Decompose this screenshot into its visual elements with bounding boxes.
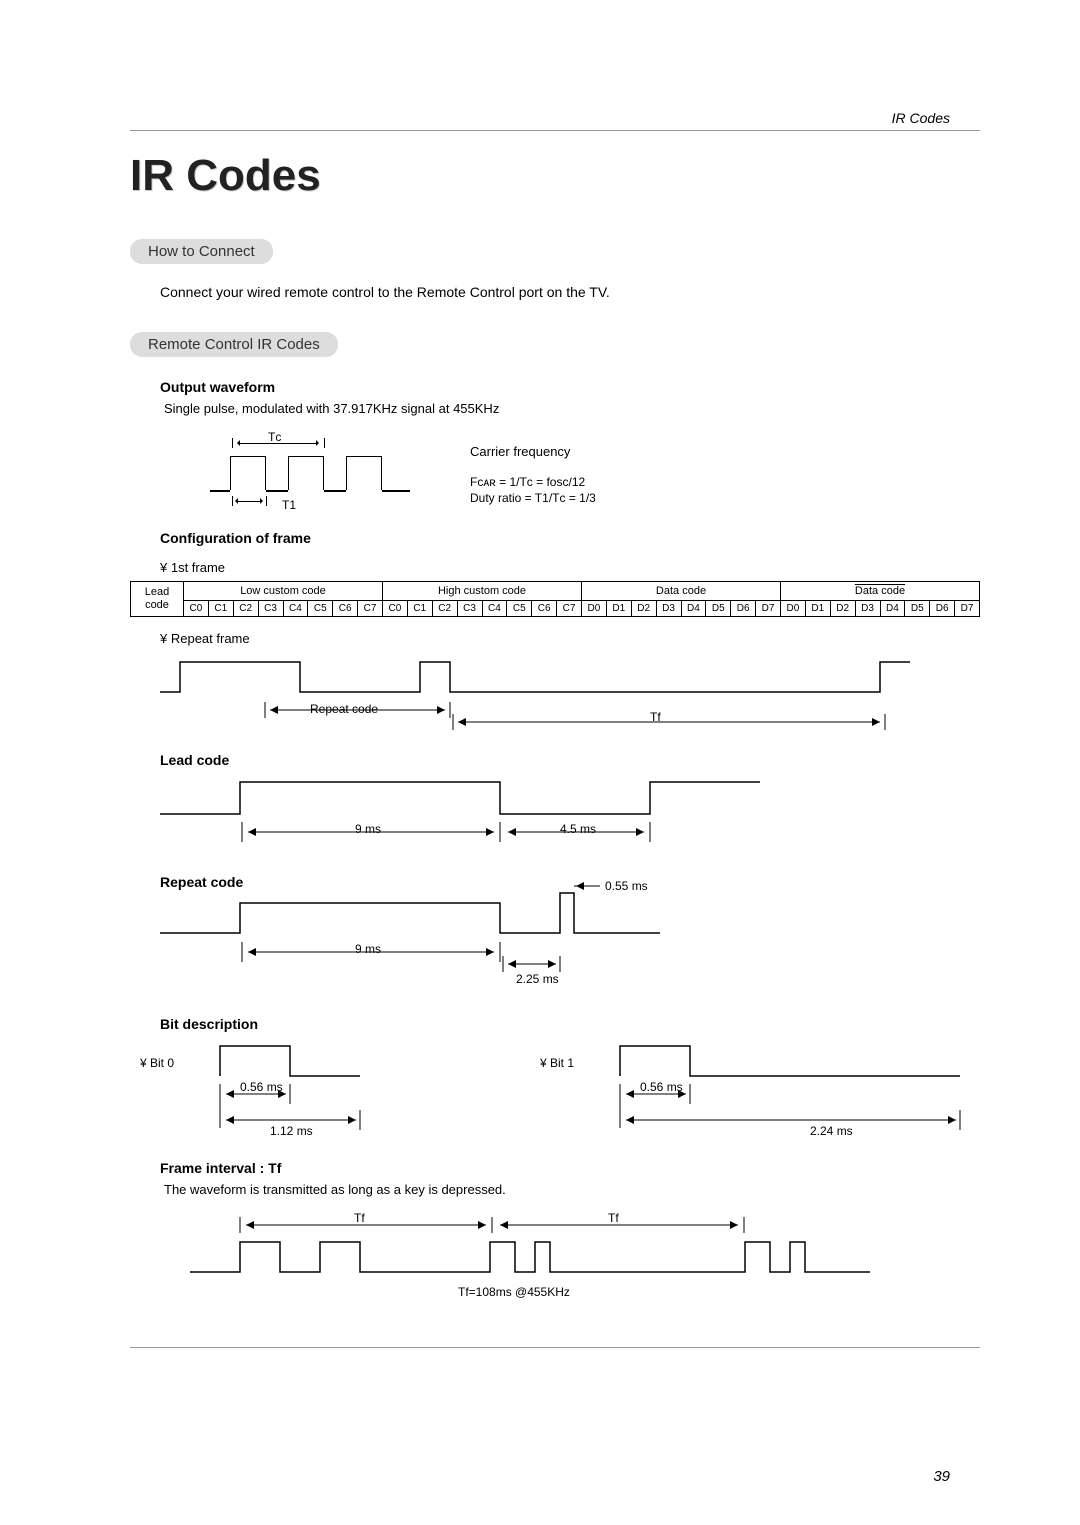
frame-interval-diagram: Tf Tf Tf=108ms @455KHz [190,1207,890,1317]
lead-code-4-5ms: 4.5 ms [560,822,596,836]
data-code-inverted-group: Data code D0D1D2D3D4D5D6D7 [781,581,980,617]
frame-cell: C7 [358,601,382,616]
carrier-formula: Fᴄᴀʀ = 1/Tᴄ = fosc/12 Duty ratio = T1/Tᴄ… [470,474,596,506]
frame-cell: D0 [781,601,806,616]
repeat-code-diagram: 9 ms 2.25 ms 0.55 ms [160,878,980,988]
frame-cell: D6 [731,601,756,616]
frame-cell: C3 [259,601,284,616]
lead-code-heading: Lead code [160,752,980,768]
frame-cell: C2 [234,601,259,616]
formula-duty: Duty ratio = T1/Tᴄ = 1/3 [470,490,596,506]
bit1-total-label: 2.24 ms [810,1124,853,1138]
carrier-frequency-label: Carrier frequency [470,444,570,459]
low-custom-code-group: Low custom code C0C1C2C3C4C5C6C7 [184,581,383,617]
repeat-code-span-label: Repeat code [310,702,378,716]
frame-cell: D4 [881,601,906,616]
frame-cell: D1 [806,601,831,616]
frame-cell: C3 [458,601,483,616]
frame-interval-tf2: Tf [608,1211,619,1225]
frame-cell: C4 [284,601,309,616]
bit0-label: ¥ Bit 0 [140,1056,174,1070]
section-ir-codes: Remote Control IR Codes [130,332,338,357]
frame-cell: D5 [905,601,930,616]
first-frame-row: Lead code Low custom code C0C1C2C3C4C5C6… [130,581,980,617]
frame-cell: C0 [383,601,408,616]
frame-cell: D7 [955,601,979,616]
frame-cell: C1 [209,601,234,616]
frame-interval-desc: The waveform is transmitted as long as a… [164,1182,980,1197]
frame-cell: C2 [433,601,458,616]
frame-cell: C1 [408,601,433,616]
lead-code-9ms: 9 ms [355,822,381,836]
bit0-pulse-label: 0.56 ms [240,1080,283,1094]
lead-code-diagram: 9 ms 4.5 ms [160,774,980,864]
frame-interval-tf-value: Tf=108ms @455KHz [458,1285,570,1299]
repeat-frame-svg [160,652,920,732]
running-header: IR Codes [892,110,950,126]
frame-cell: C6 [333,601,358,616]
repeat-frame-tf-label: Tf [650,710,661,724]
frame-config-heading: Configuration of frame [160,530,980,546]
frame-cell: D3 [856,601,881,616]
first-frame-label: ¥ 1st frame [160,560,980,575]
bit0-total-label: 1.12 ms [270,1124,313,1138]
frame-cell: D5 [706,601,731,616]
frame-interval-tf1: Tf [354,1211,365,1225]
frame-cell: D1 [607,601,632,616]
frame-cell: D6 [930,601,955,616]
data-code-group: Data code D0D1D2D3D4D5D6D7 [582,581,781,617]
formula-fcar: Fᴄᴀʀ = 1/Tᴄ = fosc/12 [470,474,596,490]
frame-cell: C7 [557,601,581,616]
lead-code-box: Lead code [130,581,184,617]
frame-cell: C4 [483,601,508,616]
frame-cell: D3 [657,601,682,616]
frame-cell: C5 [507,601,532,616]
frame-cell: D2 [632,601,657,616]
frame-cell: D0 [582,601,607,616]
frame-cell: C6 [532,601,557,616]
page-title: IR Codes [130,151,980,201]
header-rule [130,130,980,131]
repeat-code-0-55ms: 0.55 ms [605,879,648,893]
frame-cell: D2 [831,601,856,616]
repeat-frame-label: ¥ Repeat frame [160,631,980,646]
bit1-pulse-label: 0.56 ms [640,1080,683,1094]
output-waveform-desc: Single pulse, modulated with 37.917KHz s… [164,401,980,416]
bit1-label: ¥ Bit 1 [540,1056,574,1070]
footer-rule [130,1347,980,1348]
frame-interval-heading: Frame interval : Tf [160,1160,980,1176]
bit-1-diagram: ¥ Bit 1 0.56 ms 2.24 ms [560,1038,980,1148]
high-custom-code-group: High custom code C0C1C2C3C4C5C6C7 [383,581,582,617]
bit-description-heading: Bit description [160,1016,980,1032]
page-number: 39 [933,1468,950,1485]
repeat-code-2-25ms: 2.25 ms [516,972,559,986]
repeat-frame-diagram: Repeat code Tf [160,652,980,742]
output-waveform-diagram: Tᴄ T1 Carrier frequency Fᴄᴀʀ = 1/Tᴄ = fo… [210,426,980,516]
repeat-code-9ms: 9 ms [355,942,381,956]
bit-0-diagram: ¥ Bit 0 0.56 ms 1.12 ms [160,1038,440,1148]
tc-label: Tᴄ [268,430,281,444]
section-how-to-connect: How to Connect [130,239,273,264]
frame-cell: C0 [184,601,209,616]
frame-cell: C5 [308,601,333,616]
t1-label: T1 [282,498,296,512]
output-waveform-heading: Output waveform [160,379,980,395]
frame-cell: D7 [756,601,780,616]
frame-cell: D4 [682,601,707,616]
how-to-connect-text: Connect your wired remote control to the… [160,284,980,300]
